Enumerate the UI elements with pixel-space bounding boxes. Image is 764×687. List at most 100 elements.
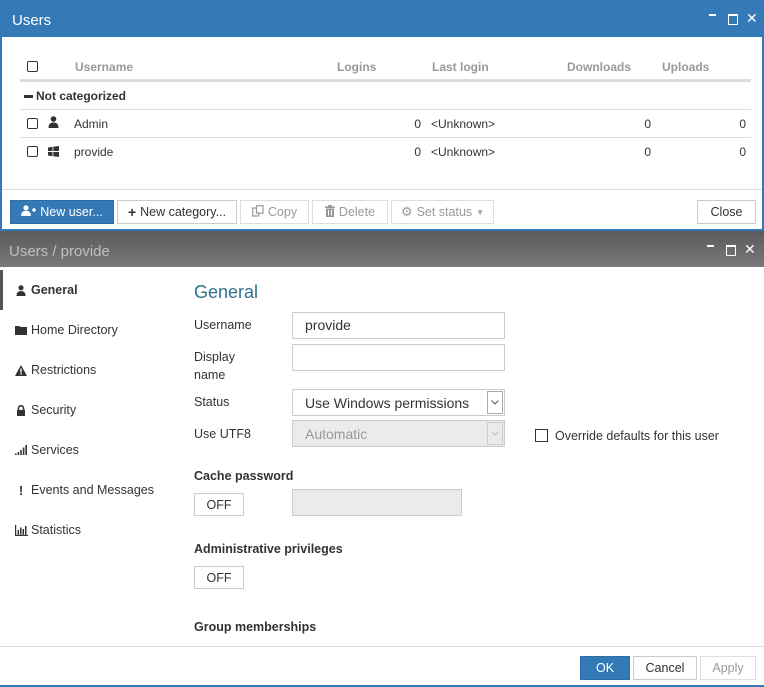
row-last-login: <Unknown> bbox=[431, 117, 496, 131]
status-label: Status bbox=[194, 395, 230, 409]
section-heading: General bbox=[194, 282, 259, 302]
utf8-select[interactable]: Automatic bbox=[292, 420, 505, 447]
select-all-checkbox[interactable] bbox=[27, 61, 38, 72]
sidebar-item-statistics[interactable]: Statistics bbox=[0, 510, 180, 550]
column-downloads[interactable]: Downloads bbox=[567, 60, 631, 74]
user-edit-title: Users / provide bbox=[9, 243, 110, 260]
display-name-label-2: name bbox=[194, 368, 226, 382]
users-table: Username Logins Last login Downloads Upl… bbox=[20, 52, 751, 166]
sidebar-item-label: Home Directory bbox=[31, 323, 118, 337]
row-uploads: 0 bbox=[739, 117, 746, 131]
cached-password-input bbox=[292, 489, 462, 516]
folder-icon bbox=[14, 325, 28, 335]
copy-button[interactable]: Copy bbox=[240, 200, 309, 224]
category-row[interactable]: Not categorized bbox=[20, 82, 751, 110]
close-label: Close bbox=[710, 205, 743, 219]
users-window-title: Users bbox=[12, 12, 52, 29]
user-edit-titlebar[interactable]: Users / provide ✕ bbox=[0, 231, 764, 267]
new-user-button[interactable]: New user... bbox=[10, 200, 114, 224]
sidebar-item-label: General bbox=[31, 283, 78, 297]
row-logins: 0 bbox=[414, 145, 421, 159]
close-icon[interactable]: ✕ bbox=[746, 11, 758, 25]
copy-icon bbox=[252, 204, 264, 220]
users-toolbar: New user... + New category... Copy Delet… bbox=[2, 189, 762, 231]
admin-privileges-label: Administrative privileges bbox=[194, 542, 343, 556]
user-icon bbox=[48, 116, 59, 131]
bar-chart-icon bbox=[14, 524, 28, 536]
user-edit-window: Users / provide ✕ General Home Directory… bbox=[0, 231, 764, 687]
new-category-button[interactable]: + New category... bbox=[117, 200, 237, 224]
close-icon[interactable]: ✕ bbox=[744, 242, 756, 256]
row-last-login: <Unknown> bbox=[431, 145, 496, 159]
display-name-input[interactable] bbox=[292, 344, 505, 371]
exclamation-icon: ! bbox=[18, 482, 24, 498]
chevron-down-icon[interactable] bbox=[487, 391, 503, 414]
set-status-button[interactable]: ⚙ Set status ▼ bbox=[391, 200, 494, 224]
sidebar-item-label: Restrictions bbox=[31, 363, 97, 377]
row-checkbox[interactable] bbox=[27, 146, 38, 157]
apply-label: Apply bbox=[712, 661, 744, 675]
override-defaults-label[interactable]: Override defaults for this user bbox=[555, 429, 719, 443]
ok-label: OK bbox=[595, 661, 615, 675]
maximize-icon[interactable] bbox=[727, 12, 737, 25]
column-last-login[interactable]: Last login bbox=[432, 60, 489, 74]
table-header: Username Logins Last login Downloads Upl… bbox=[20, 52, 751, 82]
close-button[interactable]: Close bbox=[697, 200, 756, 224]
add-user-icon bbox=[21, 205, 37, 219]
sidebar-item-events-and-messages[interactable]: ! Events and Messages bbox=[0, 470, 180, 510]
sidebar-item-services[interactable]: Services bbox=[0, 430, 180, 470]
column-logins[interactable]: Logins bbox=[337, 60, 376, 74]
row-username: Admin bbox=[74, 117, 109, 131]
cache-password-label: Cache password bbox=[194, 469, 294, 483]
admin-privileges-toggle[interactable]: OFF bbox=[194, 566, 244, 589]
category-label: Not categorized bbox=[36, 89, 127, 103]
status-select[interactable]: Use Windows permissions bbox=[292, 389, 505, 416]
copy-label: Copy bbox=[267, 205, 298, 219]
row-username: provide bbox=[74, 145, 114, 159]
ok-button[interactable]: OK bbox=[580, 656, 630, 680]
sidebar-item-security[interactable]: Security bbox=[0, 390, 180, 430]
warning-icon bbox=[14, 364, 28, 376]
set-status-label: Set status bbox=[416, 205, 473, 219]
window-controls: ✕ bbox=[706, 242, 756, 256]
delete-button[interactable]: Delete bbox=[312, 200, 388, 224]
cancel-button[interactable]: Cancel bbox=[633, 656, 697, 680]
table-row[interactable]: provide 0 <Unknown> 0 0 bbox=[20, 138, 751, 166]
user-icon bbox=[14, 284, 28, 296]
sidebar-item-label: Security bbox=[31, 403, 77, 417]
caret-down-icon: ▼ bbox=[476, 207, 485, 217]
lock-icon bbox=[14, 404, 28, 416]
username-input[interactable]: provide bbox=[292, 312, 505, 339]
group-memberships-label: Group memberships bbox=[194, 620, 317, 634]
signal-icon bbox=[14, 445, 28, 455]
gear-icon: ⚙ bbox=[400, 204, 413, 219]
trash-icon bbox=[324, 204, 335, 220]
sidebar-item-label: Statistics bbox=[31, 523, 82, 537]
collapse-icon[interactable] bbox=[24, 95, 33, 98]
username-label: Username bbox=[194, 318, 252, 332]
column-uploads[interactable]: Uploads bbox=[662, 60, 709, 74]
new-category-label: New category... bbox=[140, 205, 227, 219]
utf8-label: Use UTF8 bbox=[194, 427, 251, 441]
sidebar-item-home-directory[interactable]: Home Directory bbox=[0, 310, 180, 350]
row-downloads: 0 bbox=[644, 117, 651, 131]
users-window-titlebar[interactable]: Users ✕ bbox=[2, 0, 764, 37]
table-row[interactable]: Admin 0 <Unknown> 0 0 bbox=[20, 110, 751, 138]
sidebar-item-general[interactable]: General bbox=[0, 270, 180, 310]
delete-label: Delete bbox=[338, 205, 376, 219]
users-window: Users ✕ Username Logins Last login Downl… bbox=[0, 0, 764, 231]
sidebar-item-restrictions[interactable]: Restrictions bbox=[0, 350, 180, 390]
sidebar-item-label: Events and Messages bbox=[31, 483, 154, 497]
apply-button[interactable]: Apply bbox=[700, 656, 756, 680]
cache-password-toggle[interactable]: OFF bbox=[194, 493, 244, 516]
maximize-icon[interactable] bbox=[725, 243, 735, 256]
window-controls: ✕ bbox=[708, 11, 758, 25]
column-username[interactable]: Username bbox=[75, 60, 133, 74]
cancel-label: Cancel bbox=[645, 661, 685, 675]
status-select-value: Use Windows permissions bbox=[305, 395, 470, 411]
utf8-select-value: Automatic bbox=[305, 426, 368, 442]
row-downloads: 0 bbox=[644, 145, 651, 159]
override-defaults-checkbox[interactable] bbox=[535, 429, 548, 442]
row-checkbox[interactable] bbox=[27, 118, 38, 129]
new-user-label: New user... bbox=[40, 205, 103, 219]
